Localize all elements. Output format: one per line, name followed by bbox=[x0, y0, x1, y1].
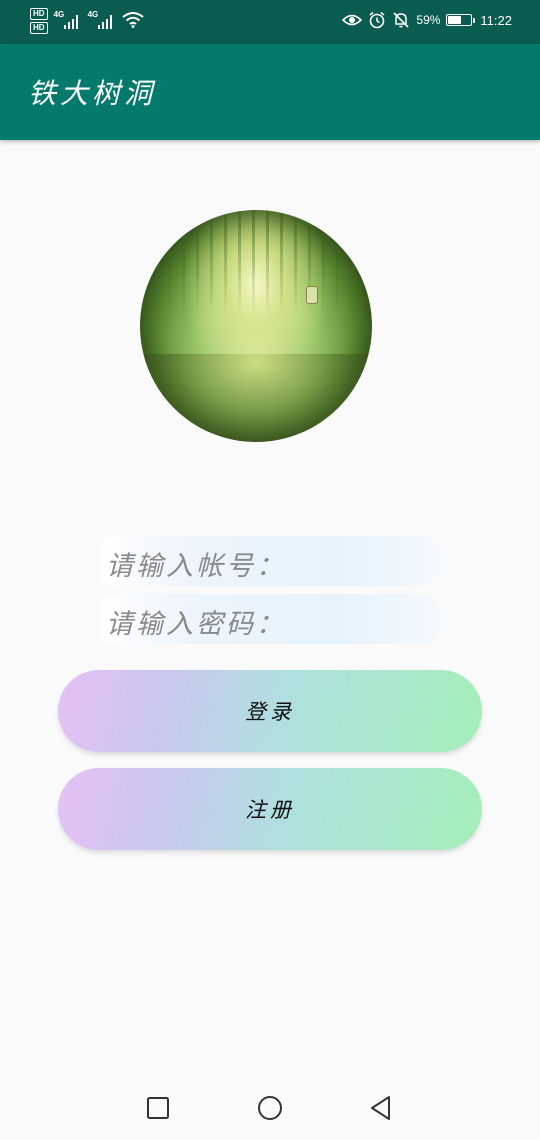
circle-home-icon[interactable] bbox=[256, 1094, 284, 1122]
login-button-label: 登录 bbox=[245, 700, 295, 724]
battery-fill bbox=[448, 16, 461, 24]
avatar-ground bbox=[140, 353, 372, 442]
navigation-bar bbox=[0, 1076, 540, 1140]
app-bar: 铁大树洞 bbox=[0, 44, 540, 140]
password-placeholder: 请输入密码： bbox=[106, 609, 286, 640]
status-bar: HD HD 4G 4G 59% 11:22 bbox=[0, 0, 540, 44]
forest-avatar-image bbox=[140, 210, 372, 442]
sim1-network-label: 4G bbox=[53, 10, 65, 19]
signal-icon bbox=[97, 15, 112, 29]
wifi-icon bbox=[121, 12, 144, 28]
hd-badge-2: HD bbox=[30, 22, 48, 34]
hd-badges: HD HD bbox=[30, 8, 48, 34]
register-button-label: 注册 bbox=[245, 798, 295, 822]
register-button[interactable]: 注册 bbox=[58, 768, 482, 850]
status-right: 59% 11:22 bbox=[342, 11, 512, 29]
login-button[interactable]: 登录 bbox=[58, 670, 482, 752]
status-time: 11:22 bbox=[480, 12, 512, 28]
sim2-network-label: 4G bbox=[87, 10, 99, 19]
avatar-lantern bbox=[306, 286, 318, 304]
sim2-signal: 4G bbox=[88, 8, 114, 30]
signal-icon bbox=[63, 15, 78, 29]
password-input[interactable]: 请输入密码： bbox=[100, 594, 438, 644]
triangle-back-icon[interactable] bbox=[367, 1094, 395, 1122]
avatar-vines bbox=[140, 210, 372, 315]
account-placeholder: 请输入帐号： bbox=[106, 551, 286, 582]
bell-muted-icon bbox=[393, 12, 409, 28]
status-left: HD HD 4G 4G bbox=[30, 8, 144, 38]
battery-icon bbox=[446, 14, 476, 26]
eye-comfort-icon bbox=[342, 14, 363, 26]
alarm-icon bbox=[369, 11, 385, 29]
battery-percent: 59% bbox=[416, 13, 441, 27]
app-title: 铁大树洞 bbox=[28, 77, 157, 110]
square-recent-icon[interactable] bbox=[144, 1094, 172, 1122]
sim1-signal: 4G bbox=[54, 8, 80, 30]
hd-badge-1: HD bbox=[30, 8, 48, 20]
account-input[interactable]: 请输入帐号： bbox=[100, 536, 438, 586]
